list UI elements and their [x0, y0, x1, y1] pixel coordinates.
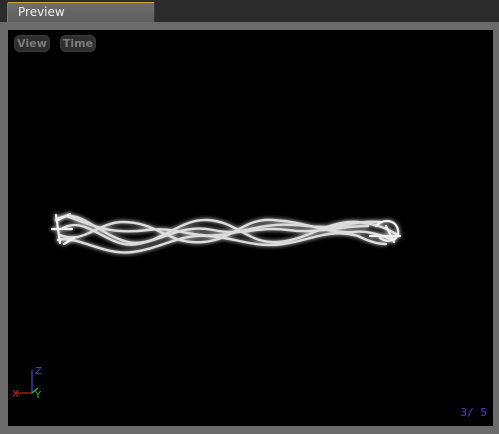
z-axis-label: Z [35, 366, 42, 377]
tab-preview[interactable]: Preview [7, 2, 155, 22]
rendered-strands [50, 212, 402, 254]
frame-counter: 3/ 5 [461, 406, 488, 419]
y-axis-label: Y [34, 390, 42, 400]
axis-gizmo: Z X Y [12, 366, 42, 400]
frame-current: 3/ [460, 406, 474, 419]
tab-bar: Preview [0, 0, 499, 22]
preview-viewport[interactable]: View Time Z X Y 3/ 5 [8, 30, 493, 426]
frame-total: 5 [480, 406, 487, 419]
x-axis-label: X [12, 389, 19, 400]
